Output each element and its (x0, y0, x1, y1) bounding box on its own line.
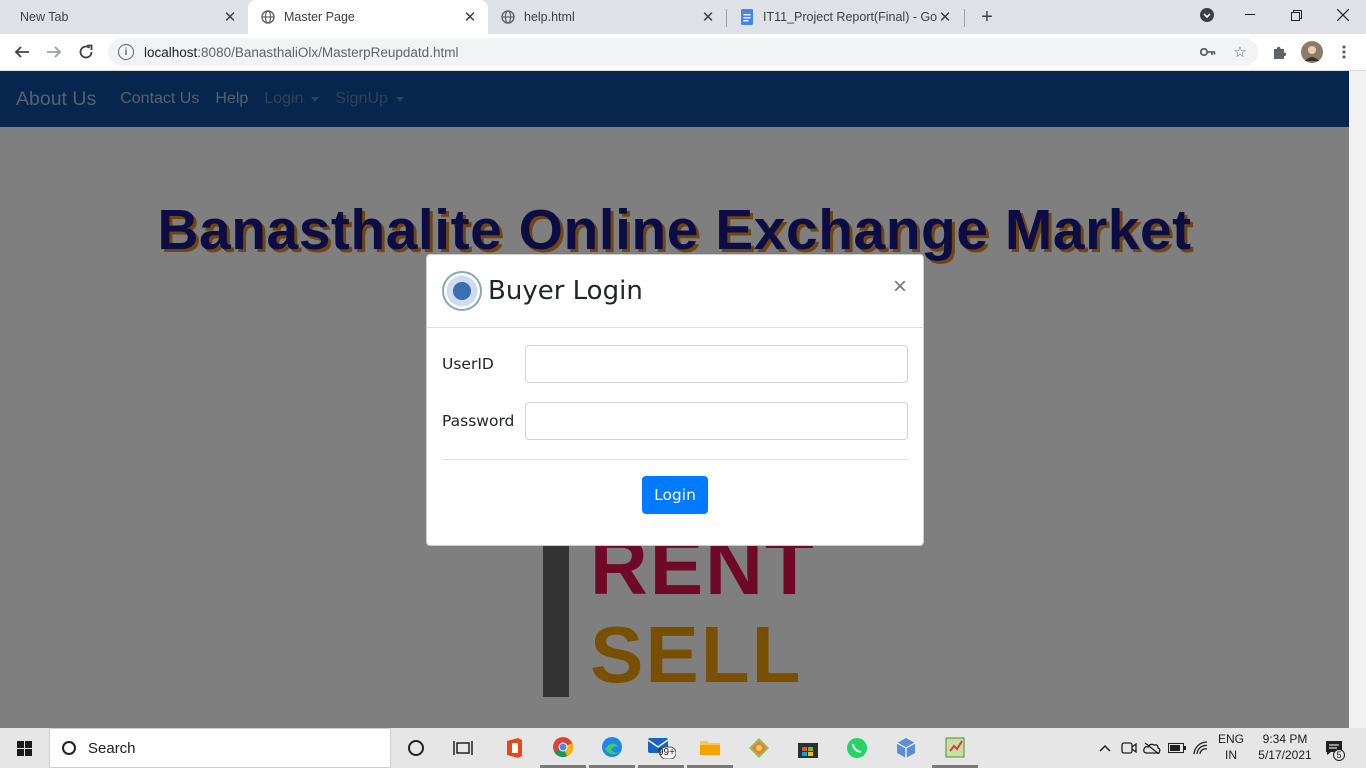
meet-now-icon[interactable] (1118, 728, 1140, 768)
edge-icon[interactable] (589, 728, 635, 768)
buyer-login-modal: Buyer Login × UserID Password Login (426, 254, 924, 546)
clock-date: 5/17/2021 (1258, 748, 1312, 762)
windows-logo-icon (16, 740, 32, 756)
search-icon (62, 741, 76, 755)
password-row: Password (442, 402, 908, 440)
snip-sketch-icon[interactable] (736, 728, 782, 768)
input-language-indicator[interactable]: ENG IN (1214, 731, 1248, 763)
extensions-puzzle-icon[interactable] (1270, 42, 1290, 62)
tab-title: help.html (524, 10, 575, 24)
close-window-button[interactable] (1320, 0, 1366, 30)
whatsapp-icon[interactable] (834, 728, 880, 768)
notepad-plus-icon[interactable] (932, 728, 978, 768)
profile-avatar[interactable] (1301, 41, 1323, 63)
password-label: Password (442, 412, 515, 430)
login-button[interactable]: Login (642, 476, 708, 514)
minimize-button[interactable] (1227, 0, 1273, 30)
tab-title: Master Page (284, 10, 355, 24)
password-input[interactable] (525, 402, 908, 440)
userid-row: UserID (442, 345, 908, 383)
key-icon[interactable] (1198, 42, 1218, 62)
battery-icon[interactable] (1166, 728, 1188, 768)
bookmark-star-icon[interactable]: ☆ (1230, 42, 1250, 62)
modal-divider (442, 459, 908, 460)
region-code: IN (1225, 748, 1237, 762)
notification-center-icon[interactable]: 5 (1322, 728, 1346, 768)
modal-header: Buyer Login × (427, 255, 923, 328)
new-tab-button[interactable]: + (976, 6, 998, 28)
mail-icon[interactable]: 99+ (638, 728, 684, 768)
tab-help[interactable]: help.html ✕ (488, 0, 726, 34)
search-placeholder: Search (88, 739, 136, 757)
mail-badge: 99+ (658, 747, 675, 758)
banasthali-seal-logo (442, 271, 482, 311)
forward-arrow-icon[interactable] (41, 39, 67, 65)
store-icon[interactable] (785, 728, 831, 768)
task-view-icon[interactable] (440, 728, 486, 768)
close-tab-icon[interactable]: ✕ (700, 9, 716, 26)
close-tab-icon[interactable]: ✕ (937, 9, 953, 26)
userid-input[interactable] (525, 345, 908, 383)
show-hidden-icons-chevron-icon[interactable] (1096, 728, 1114, 768)
close-tab-icon[interactable]: ✕ (222, 9, 238, 26)
cortana-icon[interactable] (393, 728, 439, 768)
back-arrow-icon[interactable] (9, 39, 35, 65)
reload-icon[interactable] (73, 39, 99, 65)
virtualbox-icon[interactable] (883, 728, 929, 768)
site-info-icon[interactable]: i (118, 44, 134, 60)
userid-label: UserID (442, 355, 494, 373)
restore-button[interactable] (1273, 0, 1319, 30)
onedrive-icon[interactable] (1141, 728, 1163, 768)
address-bar[interactable]: i localhost:8080/BanasthaliOlx/MasterpRe… (108, 38, 1258, 66)
tab-new-tab[interactable]: New Tab ✕ (8, 0, 248, 34)
tab-title: IT11_Project Report(Final) - Goog (763, 10, 937, 24)
tab-search-icon[interactable] (1184, 0, 1230, 30)
tab-separator (964, 9, 965, 27)
page-viewport: About Us Contact Us Help Login SignUp Ba… (0, 71, 1366, 728)
tab-master-page[interactable]: Master Page ✕ (248, 0, 488, 34)
start-button[interactable] (0, 728, 48, 768)
url-host: localhost (144, 44, 198, 60)
globe-icon (500, 9, 516, 25)
taskbar-clock[interactable]: 9:34 PM 5/17/2021 (1248, 731, 1322, 763)
tab-title: New Tab (20, 10, 69, 24)
url-path: :8080/BanasthaliOlx/MasterpReupdatd.html (197, 44, 459, 60)
clock-time: 9:34 PM (1262, 732, 1308, 746)
close-tab-icon[interactable]: ✕ (462, 9, 478, 26)
taskbar-search-box[interactable]: Search (49, 728, 391, 768)
wifi-icon[interactable] (1190, 728, 1212, 768)
notification-count-badge: 5 (1333, 749, 1345, 761)
chrome-icon[interactable] (540, 728, 586, 768)
page-scrollbar[interactable] (1349, 71, 1366, 728)
file-explorer-icon[interactable] (687, 728, 733, 768)
windows-taskbar: Search 99+ ENG IN 9:34 PM 5/17/2021 5 (0, 728, 1366, 768)
tab-project-report[interactable]: IT11_Project Report(Final) - Goog ✕ (727, 0, 963, 34)
browser-toolbar: i localhost:8080/BanasthaliOlx/MasterpRe… (0, 34, 1366, 71)
globe-icon (260, 9, 276, 25)
language-code: ENG (1217, 732, 1244, 746)
close-icon[interactable]: × (893, 273, 907, 301)
office-icon[interactable] (491, 728, 537, 768)
modal-title: Buyer Login (488, 276, 643, 306)
google-docs-icon (739, 9, 755, 25)
browser-tab-strip: New Tab ✕ Master Page ✕ help.html ✕ IT11… (0, 0, 1366, 34)
chrome-menu-icon[interactable] (1334, 42, 1354, 62)
